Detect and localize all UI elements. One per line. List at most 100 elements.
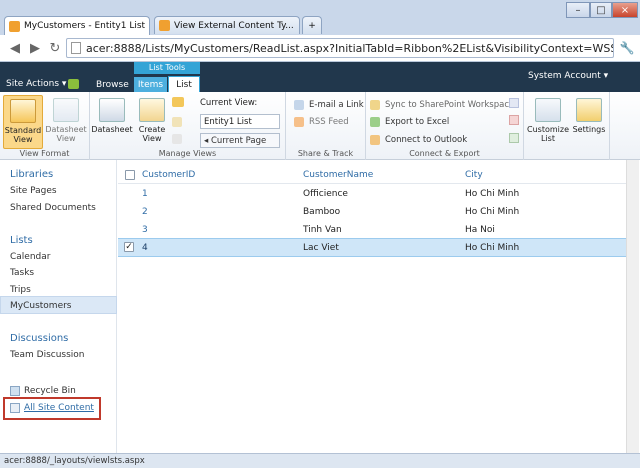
group-label: View Format [19, 149, 70, 158]
nav-all-site-content[interactable]: All Site Content [24, 403, 94, 413]
button-label: RSS Feed [309, 117, 349, 127]
modify-view-icon[interactable] [172, 97, 184, 107]
address-bar: ◀ ▶ ↻ acer:8888/Lists/MyCustomers/ReadLi… [0, 35, 640, 62]
refresh-icon[interactable]: ↻ [46, 39, 64, 57]
sigma-icon [99, 98, 125, 122]
minimize-button[interactable]: – [566, 2, 590, 18]
table-row-selected[interactable]: ✓ 4 Lac Viet Ho Chi Minh [118, 238, 626, 257]
cell-customerid[interactable]: 2 [142, 207, 148, 217]
sync-workspace-button[interactable]: Sync to SharePoint Workspace [370, 98, 514, 112]
column-header-customername[interactable]: CustomerName [303, 170, 373, 180]
button-label: Export to Excel [385, 117, 450, 127]
gear-icon [576, 98, 602, 122]
create-view-button[interactable]: Create View [135, 95, 169, 149]
site-actions-menu[interactable]: Site Actions ▾ [6, 79, 66, 89]
column-header-customerid[interactable]: CustomerID [142, 170, 195, 180]
email-link-button[interactable]: E-mail a Link [294, 98, 364, 112]
current-view-select[interactable]: Entity1 List [200, 114, 280, 129]
recycle-bin-icon [10, 386, 20, 396]
cell-customerid[interactable]: 4 [142, 243, 148, 253]
view-icon [172, 134, 182, 144]
nav-item-mycustomers[interactable]: MyCustomers [10, 301, 72, 311]
standard-view-button[interactable]: Standard View [3, 95, 43, 149]
sharepoint-favicon-icon [9, 20, 20, 32]
button-label: Settings [572, 125, 606, 134]
standard-view-icon [10, 99, 36, 123]
table-row[interactable]: 1 Officience Ho Chi Minh [118, 185, 626, 204]
cell-city: Ho Chi Minh [465, 207, 520, 217]
settings-button[interactable]: Settings [571, 95, 607, 149]
project-icon[interactable] [509, 133, 519, 143]
tab-list[interactable]: List [168, 76, 200, 92]
cell-customerid[interactable]: 3 [142, 225, 148, 235]
close-tab-icon[interactable]: × [145, 21, 149, 31]
tab-title: View External Content Ty... [174, 20, 294, 31]
datasheet-view-button[interactable]: Datasheet View [45, 95, 87, 149]
back-icon[interactable]: ◀ [6, 39, 24, 57]
view-icon [172, 117, 182, 127]
minimize-icon: – [575, 4, 581, 16]
nav-discussions-heading[interactable]: Discussions [10, 333, 68, 344]
create-view-icon [139, 98, 165, 122]
button-label: Datasheet [91, 125, 133, 134]
wrench-icon[interactable]: 🔧 [618, 39, 636, 57]
url-text: acer:8888/Lists/MyCustomers/ReadList.asp… [86, 41, 614, 55]
button-label: Standard View [4, 126, 42, 144]
browser-tab-external-content[interactable]: View External Content Ty... × [154, 16, 300, 34]
connect-outlook-button[interactable]: Connect to Outlook [370, 133, 467, 147]
close-window-button[interactable]: × [612, 2, 638, 18]
customize-list-button[interactable]: Customize List [527, 95, 569, 149]
current-view-value: Entity1 List [204, 117, 252, 127]
close-tab-icon[interactable]: × [294, 21, 299, 31]
nav-item-site-pages[interactable]: Site Pages [10, 186, 57, 196]
user-menu[interactable]: System Account ▾ [528, 71, 608, 81]
group-label: Connect & Export [409, 149, 480, 158]
cell-customerid[interactable]: 1 [142, 189, 148, 199]
tab-items[interactable]: Items [134, 77, 167, 92]
nav-lists-heading[interactable]: Lists [10, 235, 33, 246]
button-label: Sync to SharePoint Workspace [385, 100, 515, 110]
sharepoint-favicon-icon [159, 20, 170, 31]
nav-item-team-discussion[interactable]: Team Discussion [10, 350, 85, 360]
navigate-up-icon[interactable] [68, 79, 79, 89]
new-tab-button[interactable]: + [302, 16, 322, 34]
forward-icon[interactable]: ▶ [26, 39, 44, 57]
url-field[interactable]: acer:8888/Lists/MyCustomers/ReadList.asp… [66, 38, 614, 58]
cell-city: Ha Noi [465, 225, 495, 235]
button-label: Datasheet View [45, 125, 87, 143]
visio-icon[interactable] [509, 98, 519, 108]
button-label: Connect to Outlook [385, 135, 468, 145]
nav-item-shared-documents[interactable]: Shared Documents [10, 203, 96, 213]
column-header-city[interactable]: City [465, 170, 483, 180]
rss-icon [294, 117, 304, 127]
header-divider [118, 183, 626, 184]
nav-libraries-heading[interactable]: Libraries [10, 169, 53, 180]
datasheet-button[interactable]: Datasheet [91, 95, 133, 149]
cell-customername: Bamboo [303, 207, 341, 217]
nav-item-trips[interactable]: Trips [10, 285, 31, 295]
cell-customername: Lac Viet [303, 243, 339, 253]
tab-browse[interactable]: Browse [96, 80, 129, 90]
nav-recycle-bin[interactable]: Recycle Bin [24, 386, 76, 396]
status-bar: acer:8888/_layouts/viewlsts.aspx [0, 453, 640, 468]
customize-list-icon [535, 98, 561, 122]
prev-page-icon[interactable]: ◂ [204, 136, 208, 146]
outlook-icon [370, 135, 380, 145]
table-row[interactable]: 2 Bamboo Ho Chi Minh [118, 203, 626, 222]
close-icon: × [620, 4, 630, 16]
group-label: Manage Views [158, 149, 217, 158]
cell-city: Ho Chi Minh [465, 243, 520, 253]
nav-item-calendar[interactable]: Calendar [10, 252, 50, 262]
row-checkbox-checked[interactable]: ✓ [124, 242, 134, 252]
status-url: acer:8888/_layouts/viewlsts.aspx [4, 456, 145, 466]
export-excel-button[interactable]: Export to Excel [370, 115, 449, 129]
nav-item-tasks[interactable]: Tasks [10, 268, 34, 278]
access-icon[interactable] [509, 115, 519, 125]
sync-icon [370, 100, 380, 110]
maximize-button[interactable]: □ [590, 2, 612, 18]
current-page-navigator[interactable]: ◂ Current Page [200, 133, 280, 148]
select-all-checkbox[interactable] [125, 170, 135, 180]
browser-tab-mycustomers[interactable]: MyCustomers - Entity1 List × [4, 16, 150, 35]
vertical-scrollbar[interactable] [626, 160, 639, 453]
rss-feed-button[interactable]: RSS Feed [294, 115, 349, 129]
